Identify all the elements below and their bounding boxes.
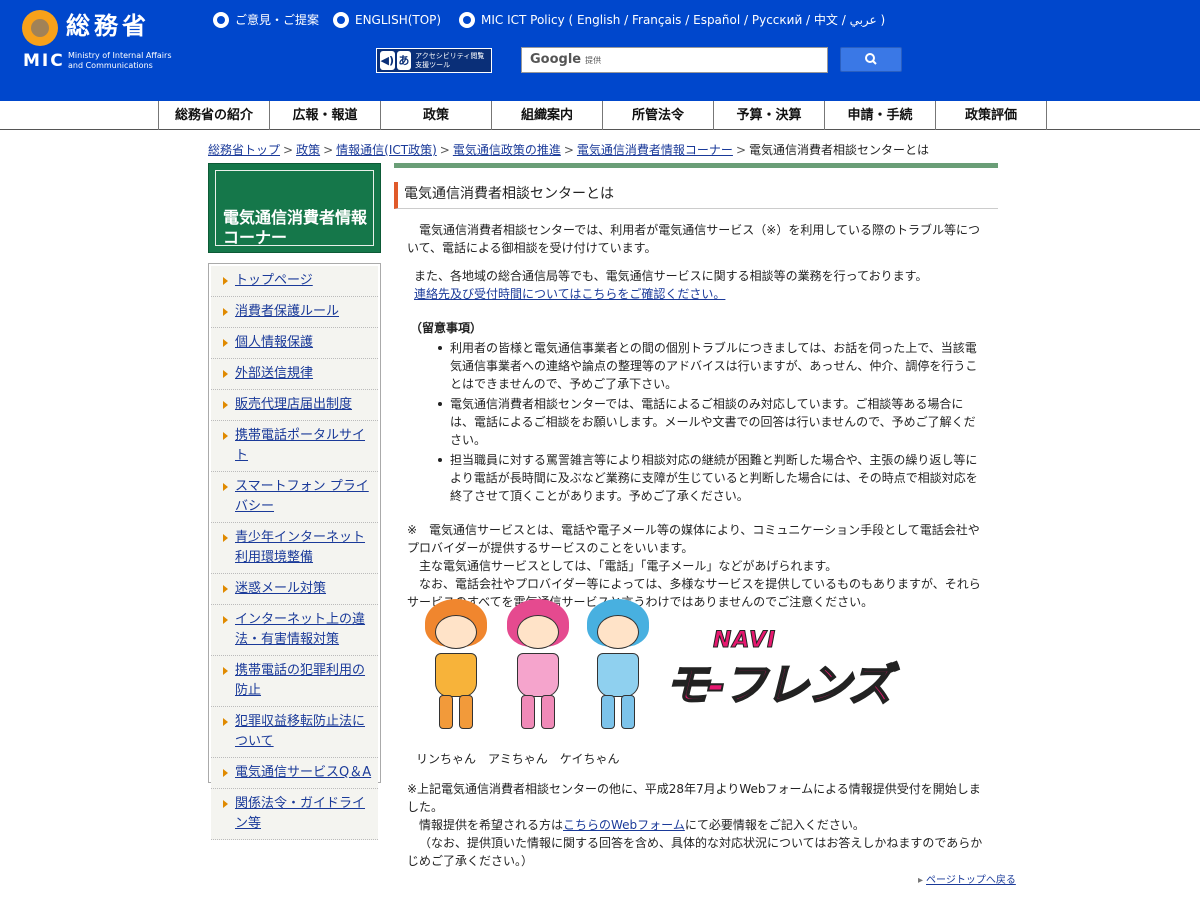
sidebar-item-mobile-portal[interactable]: 携帯電話ポータルサイト <box>211 421 378 472</box>
sidebar-item-qa[interactable]: 電気通信サービスQ＆A <box>211 758 378 789</box>
sidebar-item-illegal-info[interactable]: インターネット上の違法・有害情報対策 <box>211 605 378 656</box>
logo-japanese: 総務省 <box>66 12 150 40</box>
global-nav: 総務省の紹介 広報・報道 政策 組織案内 所管法令 予算・決算 申請・手続 政策… <box>0 101 1200 130</box>
characters-caption: リンちゃん アミちゃん ケイちゃん <box>416 752 620 766</box>
accessibility-tool-label: アクセシビリティ閲覧支援ツール <box>415 51 485 69</box>
breadcrumb-link[interactable]: 総務省トップ <box>208 143 280 157</box>
speaker-icon: ◀) <box>380 51 395 70</box>
notes-list: 利用者の皆様と電気通信事業者との間の個別トラブルにつきましては、お話を伺った上で… <box>438 339 982 505</box>
sidebar-title-banner: 電気通信消費者情報コーナー <box>208 163 381 253</box>
english-top-link[interactable]: ENGLISH(TOP) <box>333 11 441 29</box>
character-ami <box>499 593 577 733</box>
nav-item-procedures[interactable]: 申請・手続 <box>825 101 936 130</box>
sidebar-item-mobile-crime[interactable]: 携帯電話の犯罪利用の防止 <box>211 656 378 707</box>
search-icon <box>865 53 877 65</box>
sidebar-item-top[interactable]: トップページ <box>211 266 378 297</box>
search-button[interactable] <box>840 47 902 72</box>
sidebar-title: 電気通信消費者情報コーナー <box>223 208 368 247</box>
sidebar-item-smartphone-privacy[interactable]: スマートフォン プライバシー <box>211 472 378 523</box>
google-brand: Google <box>530 52 582 67</box>
intro-paragraph: 電気通信消費者相談センターでは、利用者が電気通信サービス（※）を利用している際の… <box>407 223 980 255</box>
nav-item-policy[interactable]: 政策 <box>381 101 492 130</box>
sidebar-item-laws-guidelines[interactable]: 関係法令・ガイドライン等 <box>211 789 378 840</box>
regional-paragraph: また、各地域の総合通信局等でも、電気通信サービスに関する相談等の業務を行っており… <box>414 269 928 283</box>
opinion-link[interactable]: ご意見・ご提案 <box>213 11 319 29</box>
logo-english: Ministry of Internal Affairs and Communi… <box>68 51 172 70</box>
nav-item-organization[interactable]: 組織案内 <box>492 101 603 130</box>
page-top-link[interactable]: ページトップへ戻る <box>918 871 1016 886</box>
breadcrumb-link[interactable]: 電気通信消費者情報コーナー <box>577 143 733 157</box>
sidebar-item-crime-proceeds[interactable]: 犯罪収益移転防止法について <box>211 707 378 758</box>
regional-contact-link[interactable]: 連絡先及び受付時間についてはこちらをご確認ください。 <box>414 287 725 301</box>
sidebar-item-consumer-rules[interactable]: 消費者保護ルール <box>211 297 378 328</box>
footnote-definition: ※ 電気通信サービスとは、電話や電子メール等の媒体により、コミュニケーション手段… <box>407 523 980 555</box>
list-item: 担当職員に対する罵詈雑言等により相談対応の継続が困難と判断した場合や、主張の繰り… <box>438 451 982 505</box>
character-rin <box>417 593 495 733</box>
nav-item-evaluation[interactable]: 政策評価 <box>936 101 1047 130</box>
content-top-bar <box>394 163 998 168</box>
page-title: 電気通信消費者相談センターとは <box>394 182 998 209</box>
characters-illustration <box>409 593 657 733</box>
sidebar-item-youth-internet[interactable]: 青少年インターネット利用環境整備 <box>211 523 378 574</box>
main-content: 電気通信消費者相談センターとは 電気通信消費者相談センターでは、利用者が電気通信… <box>394 163 998 611</box>
logo-mic: MIC <box>23 51 65 71</box>
sidebar-item-spam[interactable]: 迷惑メール対策 <box>211 574 378 605</box>
breadcrumb-current: 電気通信消費者相談センターとは <box>749 143 930 157</box>
mic-logo[interactable]: 総務省 MIC Ministry of Internal Affairs and… <box>22 10 187 76</box>
breadcrumb-link[interactable]: 政策 <box>296 143 320 157</box>
character-kei <box>579 593 657 733</box>
site-header: 総務省 MIC Ministry of Internal Affairs and… <box>0 0 1200 101</box>
mic-logo-mark-icon <box>22 10 58 46</box>
list-item: 利用者の皆様と電気通信事業者との間の個別トラブルにつきましては、お話を伺った上で… <box>438 339 982 393</box>
web-form-link[interactable]: こちらのWebフォーム <box>563 818 685 832</box>
breadcrumb: 総務省トップ > 政策 > 情報通信(ICT政策) > 電気通信政策の推進 > 電気通信消費者情… <box>208 143 930 157</box>
sidebar-menu: トップページ 消費者保護ルール 個人情報保護 外部送信規律 販売代理店届出制度 … <box>208 263 381 840</box>
nav-item-laws[interactable]: 所管法令 <box>603 101 714 130</box>
ring-bullet-icon <box>459 12 475 28</box>
sidebar-item-external-transmission[interactable]: 外部送信規律 <box>211 359 378 390</box>
list-item: 電気通信消費者相談センターでは、電話によるご相談のみ対応しています。ご相談等ある… <box>438 395 982 449</box>
footnote-examples: 主な電気通信サービスとしては、「電話」「電子メール」などがあげられます。 <box>419 559 838 573</box>
nav-item-about[interactable]: 総務省の紹介 <box>159 101 270 130</box>
breadcrumb-link[interactable]: 電気通信政策の推進 <box>453 143 561 157</box>
nav-item-press[interactable]: 広報・報道 <box>270 101 381 130</box>
search-sub: 提供 <box>585 56 602 65</box>
breadcrumb-link[interactable]: 情報通信(ICT政策) <box>336 143 437 157</box>
accessibility-tool-button[interactable]: ◀) あ アクセシビリティ閲覧支援ツール <box>376 48 492 73</box>
sidebar-item-sales-agent[interactable]: 販売代理店届出制度 <box>211 390 378 421</box>
ring-bullet-icon <box>213 12 229 28</box>
nav-item-budget[interactable]: 予算・決算 <box>714 101 825 130</box>
search-input[interactable]: Google 提供 <box>521 47 828 73</box>
ict-policy-link[interactable]: MIC ICT Policy ( English / Français / Es… <box>459 11 885 29</box>
web-form-note: ※上記電気通信消費者相談センターの他に、平成28年7月よりWebフォームによる情… <box>407 782 983 868</box>
sidebar-item-privacy[interactable]: 個人情報保護 <box>211 328 378 359</box>
hiragana-icon: あ <box>396 51 412 70</box>
ring-bullet-icon <box>333 12 349 28</box>
e-navi-friends-logo: NAVI モ-フレンズ <box>664 628 893 713</box>
notes-title: （留意事項） <box>410 321 483 335</box>
